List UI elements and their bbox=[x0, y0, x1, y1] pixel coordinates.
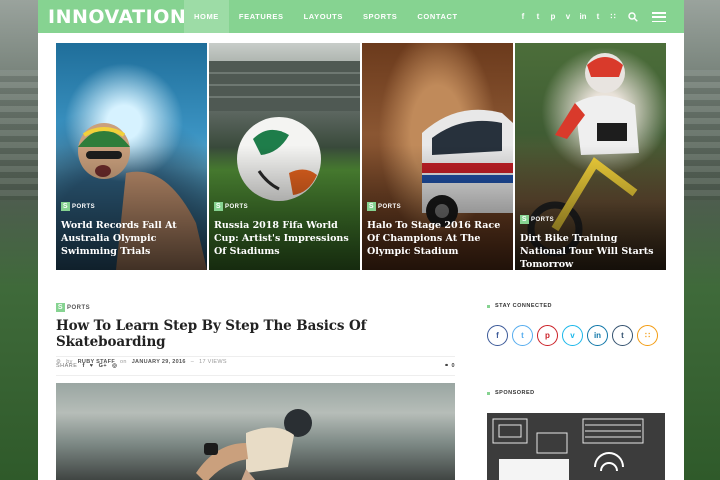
main-article: S PORTS How To Learn Step By Step The Bas… bbox=[56, 303, 455, 480]
facebook-icon[interactable]: f bbox=[519, 12, 527, 21]
divider bbox=[56, 375, 455, 376]
tumblr-icon[interactable]: t bbox=[594, 12, 602, 21]
header-social-links: f t p v in t ∷ bbox=[519, 0, 617, 33]
rss-icon[interactable]: ∷ bbox=[609, 12, 617, 21]
share-google-plus-icon[interactable]: G+ bbox=[99, 363, 108, 369]
background-stadium-left bbox=[0, 0, 38, 480]
widget-title-stay-connected: STAY CONNECTED bbox=[487, 303, 665, 309]
sidebar: STAY CONNECTED f t p v in t ∷ SPONSORED bbox=[487, 303, 665, 480]
hero-card-title[interactable]: World Records Fall At Australia Olympic … bbox=[61, 219, 201, 258]
facebook-circle-icon[interactable]: f bbox=[487, 325, 508, 346]
twitter-icon[interactable]: t bbox=[534, 12, 542, 21]
divider bbox=[56, 356, 455, 357]
hero-card-title[interactable]: Russia 2018 Fifa World Cup: Artist's Imp… bbox=[214, 219, 354, 258]
hero-card-football[interactable]: S PORTS Russia 2018 Fifa World Cup: Artis… bbox=[209, 43, 360, 270]
comment-icon: ⚭ bbox=[444, 363, 450, 369]
tumblr-circle-icon[interactable]: t bbox=[612, 325, 633, 346]
search-icon[interactable] bbox=[628, 12, 638, 22]
vimeo-circle-icon[interactable]: v bbox=[562, 325, 583, 346]
hero-card-dirt-bike[interactable]: S PORTS Dirt Bike Training National Tour … bbox=[515, 43, 666, 270]
comment-count-value: 0 bbox=[451, 363, 455, 369]
linkedin-icon[interactable]: in bbox=[579, 12, 587, 21]
linkedin-circle-icon[interactable]: in bbox=[587, 325, 608, 346]
site-logo-text: INNOVATION bbox=[48, 5, 187, 28]
category-badge[interactable]: S PORTS bbox=[61, 202, 95, 211]
nav-features[interactable]: FEATURES bbox=[229, 0, 294, 33]
rss-circle-icon[interactable]: ∷ bbox=[637, 325, 658, 346]
category-badge[interactable]: S PORTS bbox=[367, 202, 401, 211]
vimeo-icon[interactable]: v bbox=[564, 12, 572, 21]
site-logo[interactable]: INNOVATION bbox=[38, 5, 187, 28]
hero-card-title[interactable]: Dirt Bike Training National Tour Will St… bbox=[520, 232, 660, 270]
share-twitter-icon[interactable]: ♥ bbox=[90, 363, 94, 369]
main-nav: HOME FEATURES LAYOUTS SPORTS CONTACT bbox=[184, 0, 468, 33]
comment-count[interactable]: ⚭ 0 bbox=[444, 363, 455, 369]
share-facebook-icon[interactable]: f bbox=[82, 363, 84, 369]
page-container: INNOVATION HOME FEATURES LAYOUTS SPORTS … bbox=[38, 0, 684, 480]
nav-layouts[interactable]: LAYOUTS bbox=[294, 0, 353, 33]
twitter-circle-icon[interactable]: t bbox=[512, 325, 533, 346]
featured-grid: S PORTS World Records Fall At Australia O… bbox=[56, 43, 666, 270]
share-bar: SHARE f ♥ G+ ◎ ⚭ 0 bbox=[56, 363, 455, 369]
skater-figure bbox=[196, 409, 312, 480]
hero-card-title[interactable]: Halo To Stage 2016 Race Of Champions At … bbox=[367, 219, 507, 258]
hero-card-swimming[interactable]: S PORTS World Records Fall At Australia O… bbox=[56, 43, 207, 270]
pinterest-icon[interactable]: p bbox=[549, 12, 557, 21]
background-stadium-right bbox=[684, 0, 720, 480]
widget-title-sponsored: SPONSORED bbox=[487, 390, 535, 396]
sponsored-banner-chalkboard[interactable] bbox=[487, 413, 665, 480]
social-circle-buttons: f t p v in t ∷ bbox=[487, 325, 665, 346]
share-pinterest-icon[interactable]: ◎ bbox=[112, 363, 117, 369]
post-category-badge[interactable]: S PORTS bbox=[56, 303, 455, 312]
nav-contact[interactable]: CONTACT bbox=[407, 0, 467, 33]
post-featured-image-skateboarder[interactable] bbox=[56, 383, 455, 480]
post-title[interactable]: How To Learn Step By Step The Basics Of … bbox=[56, 318, 455, 350]
menu-icon[interactable] bbox=[652, 12, 666, 22]
share-label: SHARE bbox=[56, 363, 78, 369]
top-bar: INNOVATION HOME FEATURES LAYOUTS SPORTS … bbox=[38, 0, 684, 33]
category-badge[interactable]: S PORTS bbox=[214, 202, 248, 211]
pinterest-circle-icon[interactable]: p bbox=[537, 325, 558, 346]
nav-home[interactable]: HOME bbox=[184, 0, 229, 33]
nav-sports[interactable]: SPORTS bbox=[353, 0, 407, 33]
hero-card-rally[interactable]: S PORTS Halo To Stage 2016 Race Of Champi… bbox=[362, 43, 513, 270]
category-badge[interactable]: S PORTS bbox=[520, 215, 554, 224]
